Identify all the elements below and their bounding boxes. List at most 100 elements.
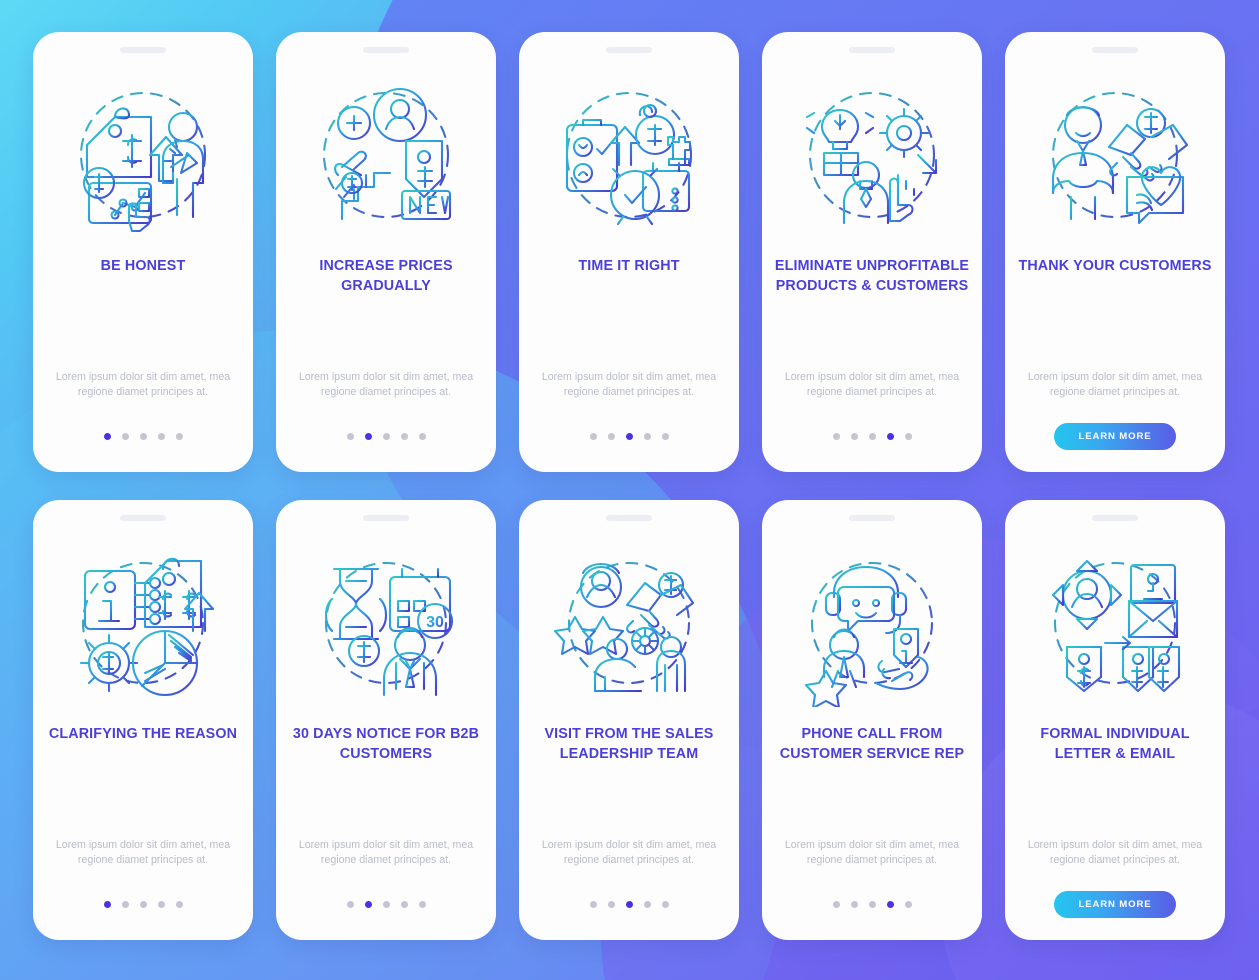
screen-body-text: Lorem ipsum dolor sit dim amet, mea regi… — [55, 838, 231, 866]
onboarding-screen-thank-your-customers[interactable]: THANK YOUR CUSTOMERS Lorem ipsum dolor s… — [1005, 32, 1225, 472]
pagination-dot-2[interactable] — [850, 900, 858, 908]
screen-title: BE HONEST — [100, 258, 186, 274]
hourglass-calendar-30-businessman-icon: 30 — [302, 539, 470, 707]
screen-title: THANK YOUR CUSTOMERS — [1018, 258, 1212, 274]
pagination-dot-2[interactable] — [121, 900, 129, 908]
onboarding-screen-clarifying-the-reason[interactable]: CLARIFYING THE REASON Lorem ipsum dolor … — [33, 500, 253, 940]
screen-footer — [33, 400, 253, 472]
pagination-dots[interactable] — [832, 900, 912, 908]
pagination-dot-4[interactable] — [643, 900, 651, 908]
screen-body-text: Lorem ipsum dolor sit dim amet, mea regi… — [55, 370, 231, 398]
onboarding-screen-increase-prices-gradually[interactable]: INCREASE PRICES GRADUALLY Lorem ipsum do… — [276, 32, 496, 472]
screen-footer — [519, 868, 739, 940]
pagination-dot-3[interactable] — [625, 900, 633, 908]
pagination-dot-5[interactable] — [904, 900, 912, 908]
pagination-dot-2[interactable] — [364, 432, 372, 440]
pagination-dot-2[interactable] — [121, 432, 129, 440]
phone-speaker-bar — [1092, 47, 1138, 53]
pagination-dot-5[interactable] — [418, 900, 426, 908]
pagination-dots[interactable] — [346, 900, 426, 908]
learn-more-button[interactable]: LEARN MORE — [1054, 422, 1176, 450]
screen-footer: LEARN MORE — [1005, 868, 1225, 940]
pagination-dot-4[interactable] — [157, 900, 165, 908]
svg-text:30: 30 — [426, 614, 444, 631]
onboarding-screen-formal-individual-letter-email[interactable]: FORMAL INDIVIDUAL LETTER & EMAIL Lorem i… — [1005, 500, 1225, 940]
pagination-dot-3[interactable] — [382, 900, 390, 908]
screen-title: PHONE CALL FROM CUSTOMER SERVICE REP — [779, 726, 965, 762]
screen-footer — [276, 868, 496, 940]
screen-title: TIME IT RIGHT — [578, 258, 680, 274]
phone-speaker-bar — [363, 47, 409, 53]
pagination-dot-4[interactable] — [886, 900, 894, 908]
screen-title: VISIT FROM THE SALES LEADERSHIP TEAM — [544, 726, 714, 762]
pagination-dot-5[interactable] — [418, 432, 426, 440]
envelope-info-price-tags-user-icon — [1031, 539, 1199, 707]
pagination-dot-3[interactable] — [868, 432, 876, 440]
pagination-dot-1[interactable] — [589, 432, 597, 440]
screen-title: CLARIFYING THE REASON — [48, 726, 238, 742]
pagination-dot-4[interactable] — [400, 432, 408, 440]
pagination-dot-1[interactable] — [103, 432, 111, 440]
new-tag-stairs-hand-user-icon — [302, 71, 470, 239]
pagination-dot-3[interactable] — [139, 432, 147, 440]
pagination-dot-2[interactable] — [364, 900, 372, 908]
phone-speaker-bar — [606, 515, 652, 521]
phone-speaker-bar — [363, 515, 409, 521]
onboarding-screen-be-honest[interactable]: BE HONEST Lorem ipsum dolor sit dim amet… — [33, 32, 253, 472]
pagination-dot-1[interactable] — [832, 432, 840, 440]
pagination-dots[interactable] — [346, 432, 426, 440]
pagination-dot-3[interactable] — [139, 900, 147, 908]
screen-body-text: Lorem ipsum dolor sit dim amet, mea regi… — [1027, 370, 1203, 398]
onboarding-screen-phone-call-from-customer-service-rep[interactable]: PHONE CALL FROM CUSTOMER SERVICE REP Lor… — [762, 500, 982, 940]
screen-body-text: Lorem ipsum dolor sit dim amet, mea regi… — [784, 370, 960, 398]
onboarding-screen-visit-from-the-sales-leadership-team[interactable]: VISIT FROM THE SALES LEADERSHIP TEAM Lor… — [519, 500, 739, 940]
pagination-dot-1[interactable] — [346, 432, 354, 440]
screen-body-text: Lorem ipsum dolor sit dim amet, mea regi… — [1027, 838, 1203, 866]
pagination-dot-4[interactable] — [400, 900, 408, 908]
pagination-dot-1[interactable] — [589, 900, 597, 908]
pagination-dot-5[interactable] — [175, 432, 183, 440]
screen-footer — [519, 400, 739, 472]
pagination-dot-3[interactable] — [625, 432, 633, 440]
screen-footer — [33, 868, 253, 940]
pagination-dot-4[interactable] — [886, 432, 894, 440]
screen-title: ELIMINATE UNPROFITABLE PRODUCTS & CUSTOM… — [774, 258, 970, 294]
pagination-dots[interactable] — [103, 432, 183, 440]
pagination-dot-3[interactable] — [382, 432, 390, 440]
pagination-dot-5[interactable] — [661, 900, 669, 908]
pagination-dots[interactable] — [103, 900, 183, 908]
price-tag-dollar-arrow-presenter-icon — [59, 71, 227, 239]
pagination-dot-2[interactable] — [607, 900, 615, 908]
onboarding-screen-eliminate-unprofitable-products-customers[interactable]: ELIMINATE UNPROFITABLE PRODUCTS & CUSTOM… — [762, 32, 982, 472]
phone-speaker-bar — [1092, 515, 1138, 521]
pagination-dot-5[interactable] — [661, 432, 669, 440]
screen-body-text: Lorem ipsum dolor sit dim amet, mea regi… — [541, 838, 717, 866]
onboarding-screen-30-days-notice-for-b2b-customers[interactable]: 30 30 DAYS NOTICE FOR B2B CUSTOMERS Lore… — [276, 500, 496, 940]
pagination-dot-2[interactable] — [607, 432, 615, 440]
pagination-dot-1[interactable] — [103, 900, 111, 908]
pagination-dots[interactable] — [832, 432, 912, 440]
pagination-dot-2[interactable] — [850, 432, 858, 440]
info-chart-gear-price-tag-icon — [59, 539, 227, 707]
pagination-dots[interactable] — [589, 900, 669, 908]
screen-title: FORMAL INDIVIDUAL LETTER & EMAIL — [1040, 726, 1190, 762]
phone-speaker-bar — [606, 47, 652, 53]
screen-body-text: Lorem ipsum dolor sit dim amet, mea regi… — [784, 838, 960, 866]
pagination-dot-1[interactable] — [832, 900, 840, 908]
pagination-dot-4[interactable] — [157, 432, 165, 440]
phone-speaker-bar — [849, 515, 895, 521]
onboarding-screen-time-it-right[interactable]: TIME IT RIGHT Lorem ipsum dolor sit dim … — [519, 32, 739, 472]
learn-more-button[interactable]: LEARN MORE — [1054, 890, 1176, 918]
pagination-dot-4[interactable] — [643, 432, 651, 440]
screen-title: 30 DAYS NOTICE FOR B2B CUSTOMERS — [292, 726, 480, 762]
pagination-dot-5[interactable] — [904, 432, 912, 440]
pagination-dot-5[interactable] — [175, 900, 183, 908]
phone-speaker-bar — [120, 515, 166, 521]
screen-footer — [762, 400, 982, 472]
pagination-dot-1[interactable] — [346, 900, 354, 908]
pagination-dot-3[interactable] — [868, 900, 876, 908]
stop-hand-gear-arrow-down-icon — [788, 71, 956, 239]
pagination-dots[interactable] — [589, 432, 669, 440]
phone-speaker-bar — [120, 47, 166, 53]
screen-body-text: Lorem ipsum dolor sit dim amet, mea regi… — [298, 370, 474, 398]
